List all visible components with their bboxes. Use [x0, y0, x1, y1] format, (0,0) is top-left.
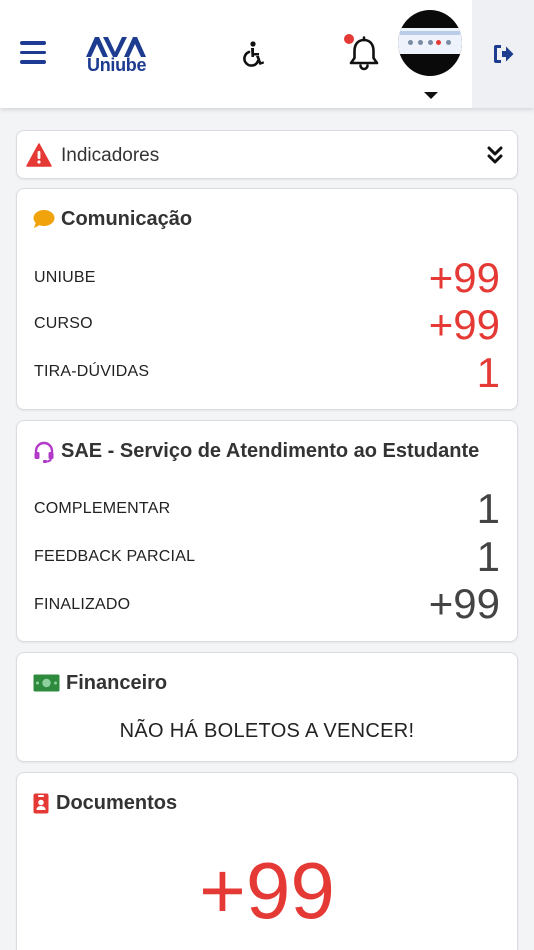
id-badge-icon [33, 793, 49, 814]
ava-logo-mark [86, 37, 146, 57]
comunicacao-row-value[interactable]: +99 [429, 304, 500, 346]
documentos-count[interactable]: +99 [17, 851, 517, 931]
top-header: Uniube [0, 0, 534, 108]
caret-down-icon[interactable] [424, 92, 438, 99]
warning-triangle-icon [26, 143, 52, 167]
money-bill-icon [33, 674, 60, 692]
avatar[interactable] [398, 10, 462, 76]
hamburger-menu-icon[interactable] [20, 41, 46, 65]
sae-row-value[interactable]: 1 [477, 536, 500, 578]
notification-dot [344, 34, 354, 44]
wheelchair-accessibility-icon[interactable] [238, 40, 266, 68]
comunicacao-row-label: TIRA-DÚVIDAS [34, 363, 150, 380]
logout-button[interactable] [472, 0, 534, 108]
indicators-toggle[interactable]: Indicadores [16, 130, 518, 179]
comunicacao-title: Comunicação [61, 208, 193, 230]
comunicacao-row-label: CURSO [34, 315, 93, 332]
sae-row-value[interactable]: 1 [477, 488, 500, 530]
ava-uniube-logo[interactable]: Uniube [86, 35, 148, 77]
comment-icon [33, 210, 55, 228]
comunicacao-row-value[interactable]: +99 [429, 257, 500, 299]
sae-row-label: COMPLEMENTAR [34, 500, 171, 517]
sae-title: SAE - Serviço de Atendimento ao Estudant… [61, 440, 480, 462]
documentos-title: Documentos [56, 792, 178, 814]
financeiro-card: Financeiro NÃO HÁ BOLETOS A VENCER! [16, 652, 518, 762]
sign-out-icon [494, 45, 514, 63]
documentos-card: Documentos +99 [16, 772, 518, 950]
comunicacao-card: Comunicação UNIUBE +99 CURSO +99 TIRA-DÚ… [16, 188, 518, 410]
indicators-label: Indicadores [61, 145, 160, 166]
logo-text: Uniube [87, 55, 147, 75]
headset-icon [34, 441, 54, 463]
comunicacao-row-value[interactable]: 1 [477, 352, 500, 394]
financeiro-empty-message: NÃO HÁ BOLETOS A VENCER! [119, 720, 415, 742]
double-chevron-down-icon [487, 146, 503, 164]
sae-row-label: FEEDBACK PARCIAL [34, 548, 196, 565]
sae-row-value[interactable]: +99 [429, 583, 500, 625]
sae-card: SAE - Serviço de Atendimento ao Estudant… [16, 420, 518, 642]
financeiro-title: Financeiro [66, 672, 168, 694]
comunicacao-row-label: UNIUBE [34, 269, 96, 286]
sae-row-label: FINALIZADO [34, 596, 131, 613]
